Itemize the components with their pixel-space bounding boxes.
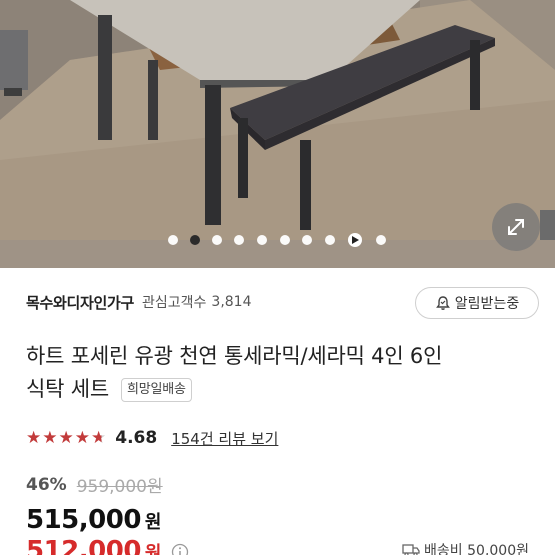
bell-icon xyxy=(435,296,450,310)
gallery-dot[interactable] xyxy=(168,235,178,245)
follower-count: 3,814 xyxy=(211,294,252,310)
info-icon[interactable] xyxy=(171,543,189,555)
product-image[interactable] xyxy=(0,0,555,268)
product-title: 하트 포세린 유광 천연 통세라믹/세라믹 4인 6인 식탁 세트 희망일배송 xyxy=(26,340,526,406)
truck-icon xyxy=(402,544,420,555)
expand-image-button[interactable] xyxy=(492,203,540,251)
sale-price: 512,000 xyxy=(26,536,141,555)
gallery-dot[interactable] xyxy=(280,235,290,245)
gallery-pagination xyxy=(0,233,555,247)
notification-label: 알림받는중 xyxy=(454,296,520,312)
star-icon: ★ xyxy=(74,427,90,448)
delivery-badge: 희망일배송 xyxy=(120,377,192,402)
follower-label: 관심고객수 xyxy=(142,295,207,311)
rating-value: 4.68 xyxy=(115,428,158,448)
expand-arrows-icon xyxy=(508,219,524,235)
sale-price-currency: 원 xyxy=(144,543,162,555)
notification-toggle-button[interactable]: 알림받는중 xyxy=(415,287,539,319)
star-icon: ★ xyxy=(58,427,74,448)
sale-price-row: 512,000 원 xyxy=(26,536,189,555)
store-info-row: 목수와디자인가구 관심고객수 3,814 알림받는중 xyxy=(26,285,539,319)
price-row: 515,000 원 xyxy=(26,505,161,535)
gallery-dot-active[interactable] xyxy=(190,235,200,245)
gallery-dot[interactable] xyxy=(325,235,335,245)
gallery-dot[interactable] xyxy=(302,235,312,245)
gallery-dot[interactable] xyxy=(234,235,244,245)
price-currency: 원 xyxy=(144,512,162,533)
play-icon xyxy=(352,236,359,244)
product-title-line1: 하트 포세린 유광 천연 통세라믹/세라믹 4인 6인 xyxy=(26,344,443,368)
current-price: 515,000 xyxy=(26,505,141,535)
star-rating: ★ ★ ★ ★ ★ xyxy=(26,427,107,448)
star-half-icon: ★ xyxy=(91,427,107,448)
rating-row: ★ ★ ★ ★ ★ 4.68 154건 리뷰 보기 xyxy=(26,426,278,450)
gallery-video-dot[interactable] xyxy=(348,233,362,247)
star-icon: ★ xyxy=(42,427,58,448)
product-photo-illustration xyxy=(0,0,555,268)
discount-row: 46% 959,000원 xyxy=(26,472,163,498)
product-title-line2: 식탁 세트 xyxy=(26,377,109,401)
store-name[interactable]: 목수와디자인가구 xyxy=(26,292,134,313)
original-price: 959,000원 xyxy=(76,477,163,497)
gallery-dot[interactable] xyxy=(376,235,386,245)
gallery-dot[interactable] xyxy=(212,235,222,245)
gallery-dot[interactable] xyxy=(257,235,267,245)
shipping-info: 배송비 50,000원 xyxy=(402,540,529,555)
star-icon: ★ xyxy=(26,427,42,448)
shipping-fee: 배송비 50,000원 xyxy=(424,543,529,555)
discount-rate: 46% xyxy=(26,474,67,495)
review-link[interactable]: 154건 리뷰 보기 xyxy=(171,428,278,449)
